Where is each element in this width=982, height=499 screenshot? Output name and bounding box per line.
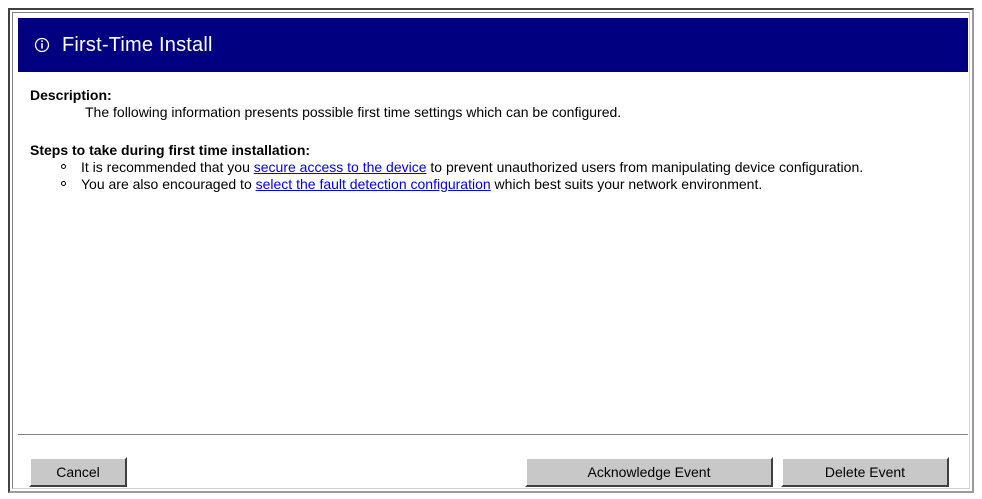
dialog-window: First-Time Install Description: The foll… <box>8 8 974 493</box>
list-item: It is recommended that you secure access… <box>56 159 960 176</box>
description-text: The following information presents possi… <box>85 104 622 120</box>
dialog-content: Description: The following information p… <box>30 87 960 193</box>
dialog-title: First-Time Install <box>62 33 213 56</box>
button-divider <box>18 434 968 436</box>
list-item: You are also encouraged to select the fa… <box>56 176 960 193</box>
step-text-before: You are also encouraged to <box>81 176 256 192</box>
step-text-after: which best suits your network environmen… <box>490 176 763 192</box>
title-bar: First-Time Install <box>18 18 968 72</box>
step-text-before: It is recommended that you <box>81 159 254 175</box>
bullet-icon <box>61 164 66 169</box>
delete-event-button[interactable]: Delete Event <box>781 457 949 487</box>
cancel-button[interactable]: Cancel <box>29 457 127 487</box>
dialog-frame: First-Time Install Description: The foll… <box>12 12 970 489</box>
info-circle-icon <box>32 35 52 55</box>
steps-list: It is recommended that you secure access… <box>30 159 960 193</box>
secure-access-link[interactable]: secure access to the device <box>254 159 427 175</box>
description-heading: Description: <box>30 87 112 103</box>
step-text-after: to prevent unauthorized users from manip… <box>426 159 864 175</box>
fault-detection-link[interactable]: select the fault detection configuration <box>256 176 491 192</box>
steps-heading: Steps to take during first time installa… <box>30 142 311 158</box>
acknowledge-event-button[interactable]: Acknowledge Event <box>525 457 773 487</box>
bullet-icon <box>61 181 66 186</box>
